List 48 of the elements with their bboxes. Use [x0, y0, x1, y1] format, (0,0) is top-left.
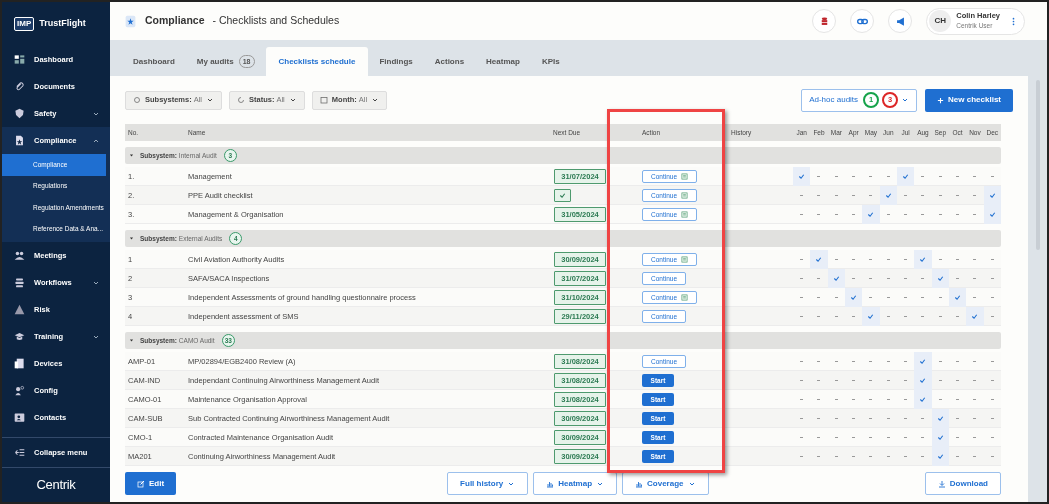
chevron-icon — [206, 96, 215, 104]
paperclip-icon — [14, 81, 25, 92]
check-icon — [559, 192, 566, 199]
status-icon — [237, 96, 246, 104]
chevron-icon — [901, 96, 910, 104]
tab[interactable]: Dashboard — [122, 47, 186, 76]
link-button[interactable] — [850, 9, 875, 33]
brand-logo: IMP — [14, 17, 35, 31]
centrik-logo: Centrik — [36, 476, 76, 495]
user-avatar: CH — [929, 10, 952, 32]
filter-icon — [133, 96, 141, 104]
document-star-icon — [14, 135, 25, 146]
tab[interactable]: Heatmap — [475, 47, 531, 76]
bar-chart-icon — [635, 479, 644, 488]
shield-icon — [14, 108, 25, 119]
view-dropdown[interactable]: Full history — [447, 472, 529, 495]
document-star-icon — [124, 14, 137, 28]
megaphone-button[interactable] — [888, 9, 913, 33]
layers-icon — [14, 277, 25, 288]
calendar-icon — [319, 96, 328, 104]
page-title: Compliance — [145, 13, 205, 29]
download-button[interactable]: Download — [924, 472, 1001, 495]
edit-button[interactable]: Edit — [125, 472, 177, 495]
edit-icon — [137, 479, 145, 488]
contact-card-icon — [14, 412, 25, 423]
megaphone-icon — [894, 15, 906, 27]
new-checklist-button[interactable]: New checklist — [925, 88, 1013, 112]
view-dropdown[interactable]: Heatmap — [533, 472, 618, 495]
page-subtitle: - Checklists and Schedules — [212, 13, 341, 29]
chevron-icon — [371, 96, 380, 104]
bar-chart-icon — [546, 479, 555, 488]
brand-name: TrustFlight — [39, 17, 86, 31]
warning-icon — [14, 304, 25, 315]
chevron-icon — [288, 96, 297, 104]
view-dropdown[interactable]: Coverage — [622, 472, 709, 495]
plus-icon — [937, 96, 945, 104]
tab[interactable]: Checklists schedule — [265, 47, 369, 76]
user-settings-icon — [14, 385, 25, 396]
tab[interactable]: Actions — [423, 47, 476, 76]
people-icon — [14, 250, 25, 261]
tab[interactable]: Findings — [368, 47, 424, 76]
devices-icon — [14, 358, 25, 369]
database-button[interactable] — [812, 9, 837, 33]
grid-icon — [14, 54, 25, 65]
tab[interactable]: KPIs — [530, 47, 571, 76]
download-icon — [937, 479, 946, 488]
graduation-cap-icon — [14, 331, 25, 342]
collapse-icon — [14, 447, 25, 458]
